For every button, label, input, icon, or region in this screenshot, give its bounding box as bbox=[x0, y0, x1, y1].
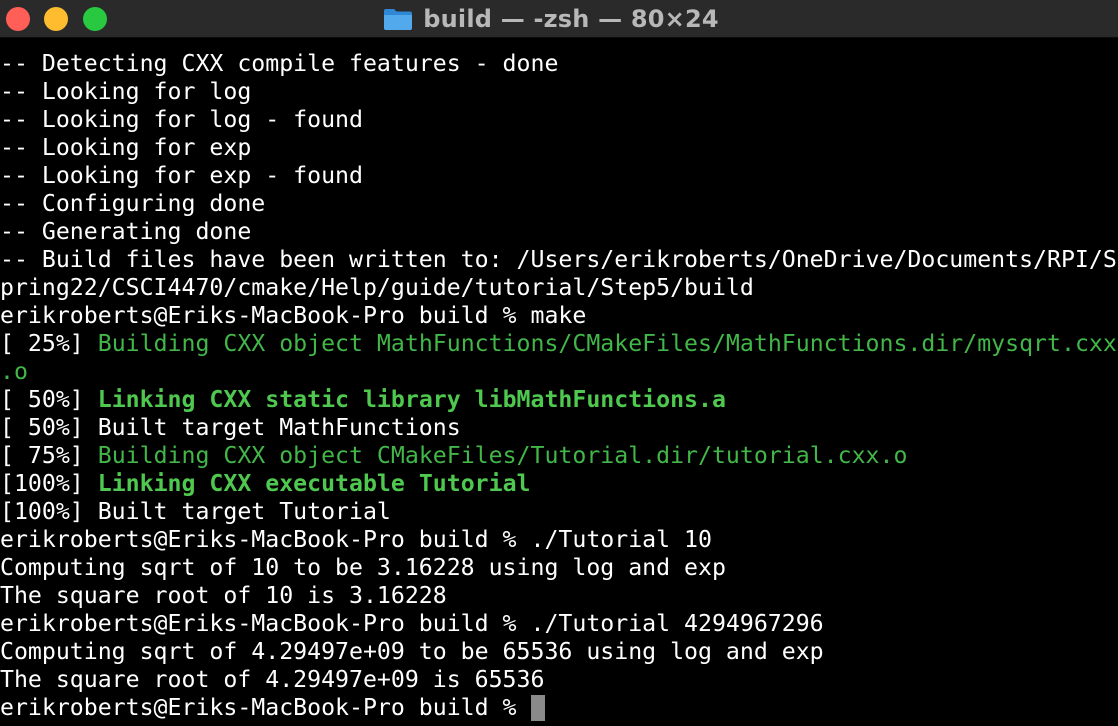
terminal-output[interactable]: -- Detecting CXX compile features - done… bbox=[0, 50, 1118, 726]
terminal-text: -- Looking for log bbox=[0, 78, 252, 105]
terminal-text: erikroberts@Eriks-MacBook-Pro build % ./… bbox=[0, 610, 824, 637]
terminal-text: [100%] Built target Tutorial bbox=[0, 498, 391, 525]
terminal-text: The square root of 10 is 3.16228 bbox=[0, 582, 447, 609]
terminal-line: [ 50%] Built target MathFunctions bbox=[0, 414, 1118, 442]
terminal-line: [ 25%] Building CXX object MathFunctions… bbox=[0, 330, 1118, 358]
terminal-text: [ 50%] bbox=[0, 386, 98, 413]
terminal-line: erikroberts@Eriks-MacBook-Pro build % ma… bbox=[0, 302, 1118, 330]
title-group: build — -zsh — 80×24 bbox=[0, 0, 1118, 38]
text-cursor bbox=[531, 694, 546, 721]
terminal-text: [ 75%] bbox=[0, 442, 98, 469]
terminal-line: Computing sqrt of 4.29497e+09 to be 6553… bbox=[0, 638, 1118, 666]
terminal-line: The square root of 10 is 3.16228 bbox=[0, 582, 1118, 610]
terminal-text: erikroberts@Eriks-MacBook-Pro build % ma… bbox=[0, 302, 587, 329]
terminal-line: -- Looking for log - found bbox=[0, 106, 1118, 134]
terminal-line: [ 75%] Building CXX object CMakeFiles/Tu… bbox=[0, 442, 1118, 470]
terminal-text: -- Looking for exp - found bbox=[0, 162, 363, 189]
terminal-line: The square root of 4.29497e+09 is 65536 bbox=[0, 666, 1118, 694]
terminal-text: Computing sqrt of 4.29497e+09 to be 6553… bbox=[0, 638, 824, 665]
terminal-text: -- Generating done bbox=[0, 218, 252, 245]
terminal-text: -- Configuring done bbox=[0, 190, 266, 217]
terminal-line: -- Build files have been written to: /Us… bbox=[0, 246, 1118, 274]
title-bar[interactable]: build — -zsh — 80×24 bbox=[0, 0, 1118, 38]
terminal-text: -- Build files have been written to: /Us… bbox=[0, 246, 1117, 273]
terminal-line: [100%] Built target Tutorial bbox=[0, 498, 1118, 526]
terminal-line: pring22/CSCI4470/cmake/Help/guide/tutori… bbox=[0, 274, 1118, 302]
terminal-line: Computing sqrt of 10 to be 3.16228 using… bbox=[0, 554, 1118, 582]
terminal-line: -- Configuring done bbox=[0, 190, 1118, 218]
terminal-text: erikroberts@Eriks-MacBook-Pro build % ./… bbox=[0, 526, 712, 553]
terminal-line: erikroberts@Eriks-MacBook-Pro build % ./… bbox=[0, 526, 1118, 554]
terminal-text: Linking CXX static library libMathFuncti… bbox=[97, 386, 726, 413]
folder-icon bbox=[384, 9, 413, 30]
terminal-text: .o bbox=[0, 358, 28, 385]
terminal-text: The square root of 4.29497e+09 is 65536 bbox=[0, 666, 545, 693]
terminal-text: -- Looking for exp bbox=[0, 134, 252, 161]
terminal-line: -- Looking for exp - found bbox=[0, 162, 1118, 190]
terminal-line: [100%] Linking CXX executable Tutorial bbox=[0, 470, 1118, 498]
terminal-text: Building CXX object CMakeFiles/Tutorial.… bbox=[97, 442, 908, 469]
terminal-text: Linking CXX executable Tutorial bbox=[97, 470, 531, 497]
terminal-text: erikroberts@Eriks-MacBook-Pro build % bbox=[0, 694, 531, 721]
terminal-line: .o bbox=[0, 358, 1118, 386]
terminal-text: [100%] bbox=[0, 470, 98, 497]
terminal-line: -- Looking for log bbox=[0, 78, 1118, 106]
terminal-text: [ 50%] Built target MathFunctions bbox=[0, 414, 461, 441]
terminal-text: Building CXX object MathFunctions/CMakeF… bbox=[97, 330, 1117, 357]
window-title: build — -zsh — 80×24 bbox=[423, 5, 719, 33]
terminal-line: erikroberts@Eriks-MacBook-Pro build % bbox=[0, 694, 1118, 722]
terminal-text: pring22/CSCI4470/cmake/Help/guide/tutori… bbox=[0, 274, 754, 301]
terminal-line: [ 50%] Linking CXX static library libMat… bbox=[0, 386, 1118, 414]
terminal-line: -- Generating done bbox=[0, 218, 1118, 246]
terminal-text: -- Detecting CXX compile features - done bbox=[0, 50, 559, 77]
terminal-line: -- Looking for exp bbox=[0, 134, 1118, 162]
terminal-text: [ 25%] bbox=[0, 330, 98, 357]
terminal-line: erikroberts@Eriks-MacBook-Pro build % ./… bbox=[0, 610, 1118, 638]
terminal-text: -- Looking for log - found bbox=[0, 106, 363, 133]
terminal-line: -- Detecting CXX compile features - done bbox=[0, 50, 1118, 78]
terminal-window: build — -zsh — 80×24 -- Detecting CXX co… bbox=[0, 0, 1118, 726]
terminal-text: Computing sqrt of 10 to be 3.16228 using… bbox=[0, 554, 726, 581]
